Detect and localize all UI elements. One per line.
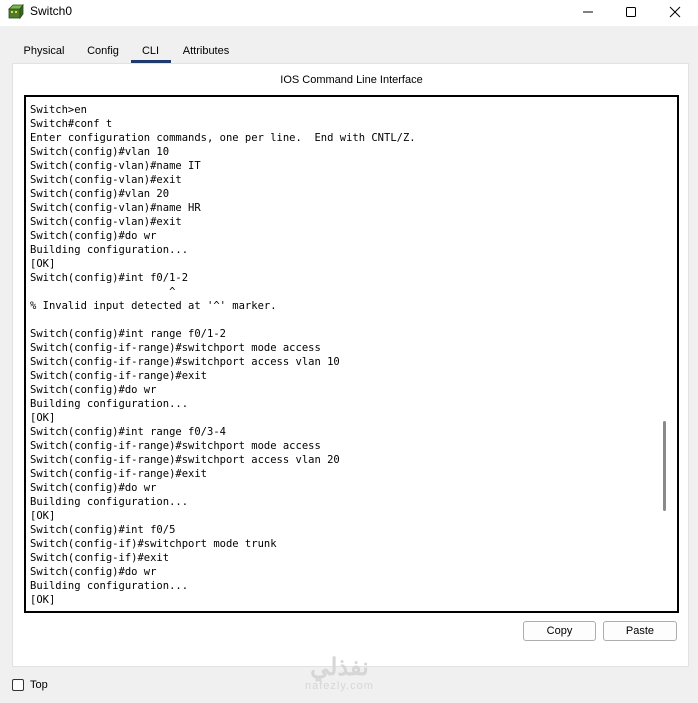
maximize-icon [626,7,636,17]
close-icon [669,6,681,18]
terminal-line: Switch(config)#int f0/1-2 [30,272,189,284]
tab-physical[interactable]: Physical [12,40,76,63]
terminal-line: Switch(config)#vlan 10 [30,146,170,158]
minimize-button[interactable] [565,0,611,24]
terminal-line: Switch(config-if)#switchport mode trunk [30,538,277,550]
terminal-line: Switch(config-if-range)#exit [30,370,208,382]
cli-panel: IOS Command Line Interface Switch>en Swit… [12,63,689,667]
terminal-line: Switch(config-vlan)#exit [30,174,182,186]
top-checkbox[interactable] [12,679,24,691]
terminal-line: Switch(config-if-range)#switchport acces… [30,454,340,466]
terminal-line: Switch(config-if-range)#switchport acces… [30,356,340,368]
terminal-line: ^ [30,286,176,298]
terminal-line: Switch(config)#vlan 20 [30,188,170,200]
terminal-line: Switch(config-vlan)#exit [30,216,182,228]
terminal-line: Switch(config)#int f0/5 [30,524,176,536]
terminal-scrollbar[interactable] [661,101,671,607]
terminal-line: Switch(config)#do wr [30,384,157,396]
terminal-line: Switch(config-vlan)#name HR [30,202,201,214]
minimize-icon [583,11,593,13]
title-bar: Switch0 [0,0,698,26]
terminal-line: [OK] [30,510,56,522]
terminal-line: [OK] [30,594,56,606]
cli-terminal[interactable]: Switch>en Switch#conf t Enter configuratio… [24,95,679,613]
terminal-line: Switch(config)#int range f0/1-2 [30,328,226,340]
window-title: Switch0 [30,4,73,18]
terminal-line: Switch(config-if-range)#switchport mode … [30,440,321,452]
terminal-line: [OK] [30,258,56,270]
tab-attributes[interactable]: Attributes [174,40,238,63]
close-button[interactable] [652,0,698,24]
terminal-line: Building configuration... [30,580,189,592]
tab-config[interactable]: Config [78,40,128,63]
maximize-button[interactable] [608,0,654,24]
terminal-line: % Invalid input detected at '^' marker. [30,300,277,312]
panel-title: IOS Command Line Interface [280,74,423,86]
terminal-output: Switch>en Switch#conf t Enter configuratio… [30,103,416,607]
terminal-line: Switch(config)#do wr [30,482,157,494]
terminal-line: Switch(config-vlan)#name IT [30,160,201,172]
terminal-line: Building configuration... [30,496,189,508]
terminal-line: Switch#conf t [30,118,113,130]
terminal-line: Switch(config-if-range)#switchport mode … [30,342,321,354]
copy-button[interactable]: Copy [523,621,596,641]
terminal-line: Switch>en [30,104,87,116]
watermark-logo: نفذلي nafezly.com [305,654,374,692]
terminal-line: Building configuration... [30,244,189,256]
terminal-line: Building configuration... [30,398,189,410]
scrollbar-thumb[interactable] [663,421,666,511]
top-checkbox-label: Top [30,679,48,691]
terminal-line: Switch(config)#do wr [30,230,157,242]
terminal-line: Switch(config-if-range)#exit [30,468,208,480]
terminal-line: Enter configuration commands, one per li… [30,132,416,144]
paste-button[interactable]: Paste [603,621,677,641]
switch-icon [8,3,24,20]
terminal-line: Switch(config)#int range f0/3-4 [30,426,226,438]
terminal-line: Switch(config-if)#exit [30,552,170,564]
terminal-line: Switch(config)#do wr [30,566,157,578]
terminal-line: [OK] [30,412,56,424]
